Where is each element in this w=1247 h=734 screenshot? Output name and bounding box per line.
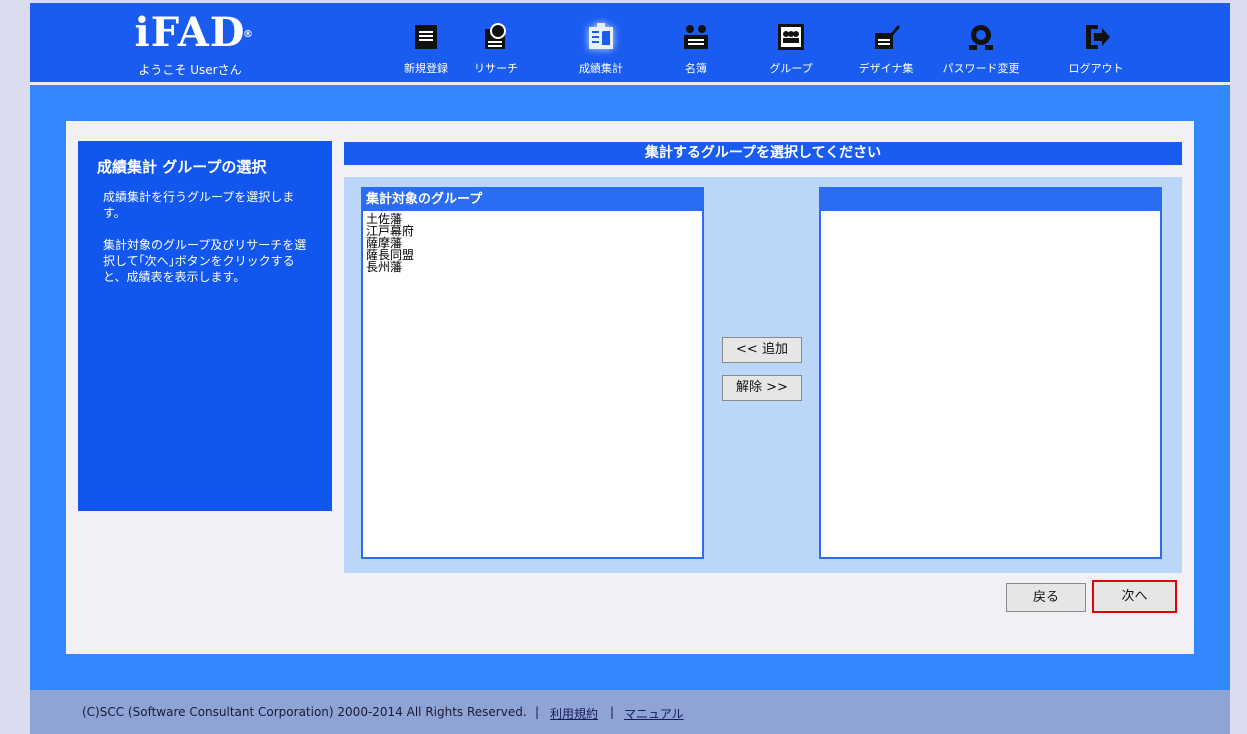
list-item[interactable]: 江戸幕府 (366, 225, 702, 237)
document-icon (415, 25, 437, 49)
registered-mark: ® (243, 29, 254, 40)
copyright-text: (C)SCC (Software Consultant Corporation)… (82, 705, 527, 719)
list-header: 集計対象のグループ (363, 189, 702, 211)
designer-icon (875, 25, 900, 49)
logo-text: iFAD ® (134, 9, 254, 56)
list-item[interactable]: 薩長同盟 (366, 249, 702, 261)
nav-label: 成績集計 (579, 62, 623, 75)
panel-title: 成績集計 グループの選択 (97, 158, 267, 176)
add-button[interactable]: << 追加 (722, 337, 802, 363)
panel-instructions: 集計対象のグループ及びリサーチを選択して｢次へ｣ボタンをクリックすると、成績表を… (103, 238, 307, 284)
target-group-list[interactable]: 集計対象のグループ 土佐藩 江戸幕府 薩摩藩 薩長同盟 長州藩 (361, 187, 704, 559)
nav-aggregate[interactable]: 成績集計 (555, 3, 647, 82)
panel-description: 成績集計を行うグループを選択します。 (103, 190, 295, 220)
nav-label: パスワード変更 (942, 62, 1020, 75)
group-icon (778, 24, 804, 50)
logout-icon (1086, 25, 1110, 49)
app-frame: iFAD ® ようこそ Userさん 新規登録 リサーチ 成績集計 名簿 グルー… (30, 3, 1230, 734)
terms-link[interactable]: 利用規約 (550, 705, 598, 722)
aggregate-icon (589, 23, 613, 49)
nav-label: 名簿 (685, 62, 707, 75)
password-icon (969, 25, 993, 50)
list-item[interactable]: 薩摩藩 (366, 237, 702, 249)
nav-label: グループ (769, 62, 813, 75)
info-panel: 成績集計 グループの選択 成績集計を行うグループを選択します。 集計対象のグルー… (78, 141, 332, 511)
group-items: 土佐藩 江戸幕府 薩摩藩 薩長同盟 長州藩 (366, 213, 702, 273)
nav-label: デザイナ集 (858, 62, 914, 75)
nav-logout[interactable]: ログアウト (1050, 3, 1142, 82)
welcome-text: ようこそ Userさん (138, 63, 242, 77)
manual-link[interactable]: マニュアル (624, 705, 684, 722)
footer-separator: | (535, 705, 540, 719)
nav-label: ログアウト (1068, 62, 1124, 75)
nav-research[interactable]: リサーチ (450, 3, 542, 82)
nav-designer[interactable]: デザイナ集 (840, 3, 932, 82)
nav-password[interactable]: パスワード変更 (935, 3, 1027, 82)
header: iFAD ® ようこそ Userさん 新規登録 リサーチ 成績集計 名簿 グルー… (30, 3, 1230, 82)
members-icon (684, 25, 708, 49)
nav-members[interactable]: 名簿 (650, 3, 742, 82)
nav-group[interactable]: グループ (745, 3, 837, 82)
list-item[interactable]: 土佐藩 (366, 213, 702, 225)
logo: iFAD ® ようこそ Userさん (130, 9, 254, 78)
content-area: 成績集計 グループの選択 成績集計を行うグループを選択します。 集計対象のグルー… (30, 85, 1230, 690)
page-title: 集計するグループを選択してください (344, 142, 1182, 165)
remove-button[interactable]: 解除 >> (722, 375, 802, 401)
back-button[interactable]: 戻る (1006, 583, 1086, 612)
group-selector: 集計対象のグループ 土佐藩 江戸幕府 薩摩藩 薩長同盟 長州藩 << 追加 解除… (344, 177, 1182, 573)
research-icon (485, 23, 506, 49)
footer: (C)SCC (Software Consultant Corporation)… (30, 690, 1230, 734)
footer-separator: | (610, 705, 615, 719)
selected-group-list[interactable] (819, 187, 1162, 559)
nav-label: リサーチ (474, 62, 518, 75)
content-card: 成績集計 グループの選択 成績集計を行うグループを選択します。 集計対象のグルー… (66, 121, 1194, 654)
list-item[interactable]: 長州藩 (366, 261, 702, 273)
list-header (821, 189, 1160, 211)
next-button[interactable]: 次へ (1092, 580, 1177, 613)
